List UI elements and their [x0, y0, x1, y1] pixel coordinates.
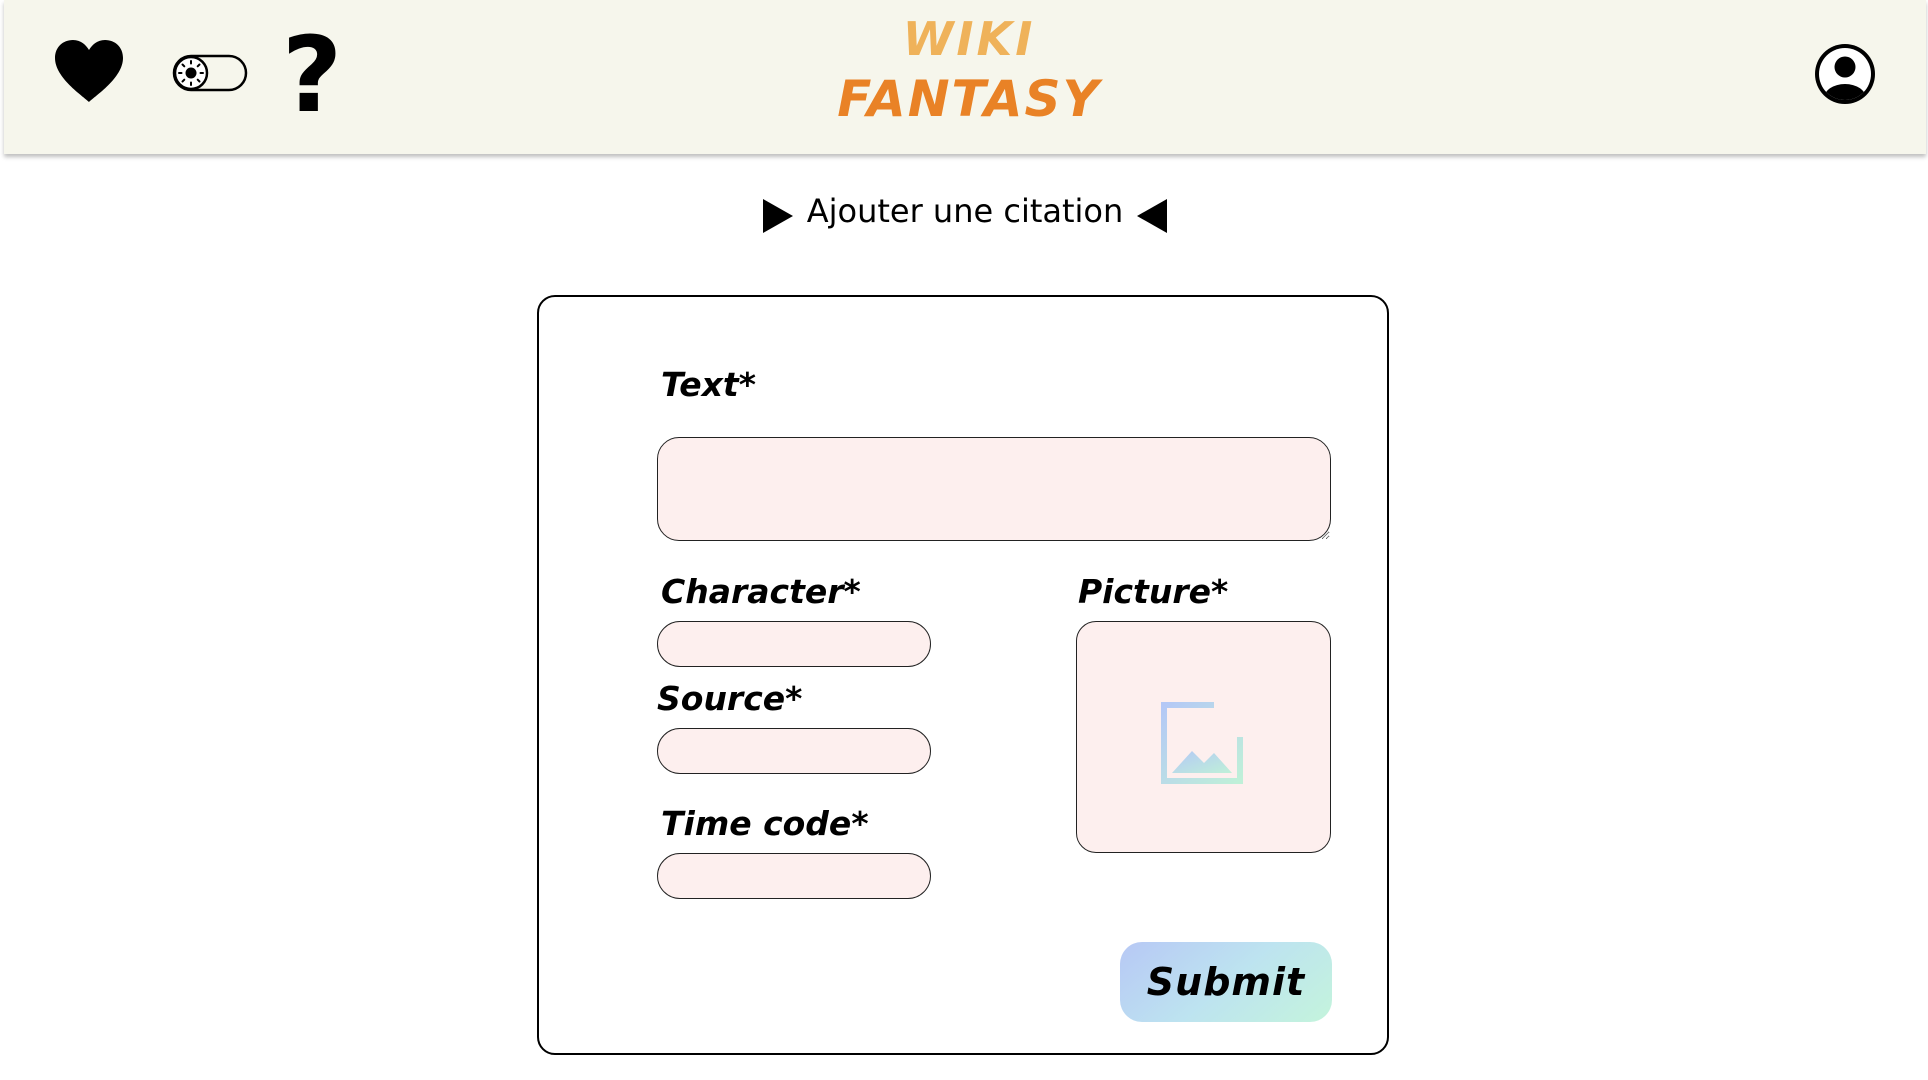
logo-line-fantasy: FANTASY — [837, 70, 1101, 128]
page-title: Ajouter une citation — [806, 192, 1124, 230]
character-label: Character* — [661, 572, 861, 611]
site-logo[interactable]: WIKI FANTASY — [784, 16, 1154, 124]
logo-line-wiki: WIKI — [902, 12, 1036, 66]
source-label: Source* — [657, 679, 803, 718]
timecode-label: Time code* — [661, 804, 869, 843]
source-input[interactable] — [657, 728, 931, 774]
add-image-icon — [1160, 689, 1248, 784]
question-mark-icon: ? — [281, 14, 343, 136]
favorites-button[interactable] — [51, 36, 127, 106]
picture-upload[interactable] — [1076, 621, 1331, 853]
theme-toggle-sun-icon — [172, 54, 248, 92]
timecode-input[interactable] — [657, 853, 931, 899]
top-header: ? WIKI FANTASY — [4, 0, 1926, 154]
text-label: Text* — [661, 365, 756, 404]
triangle-left-icon — [1137, 199, 1168, 233]
page: ? WIKI FANTASY Ajouter une citation Text… — [0, 0, 1928, 1080]
help-button[interactable]: ? — [280, 23, 344, 127]
user-account-icon — [1815, 44, 1875, 104]
heart-icon — [55, 40, 123, 102]
profile-button[interactable] — [1809, 38, 1881, 110]
text-input[interactable] — [657, 437, 1331, 541]
picture-label: Picture* — [1078, 572, 1229, 611]
submit-button[interactable]: Submit — [1120, 942, 1332, 1022]
add-quote-form: Text* Character* Source* Time code* Pict… — [537, 295, 1389, 1055]
page-heading: Ajouter une citation — [760, 186, 1170, 236]
character-input[interactable] — [657, 621, 931, 667]
triangle-right-icon — [762, 199, 793, 233]
theme-toggle[interactable] — [171, 52, 249, 94]
